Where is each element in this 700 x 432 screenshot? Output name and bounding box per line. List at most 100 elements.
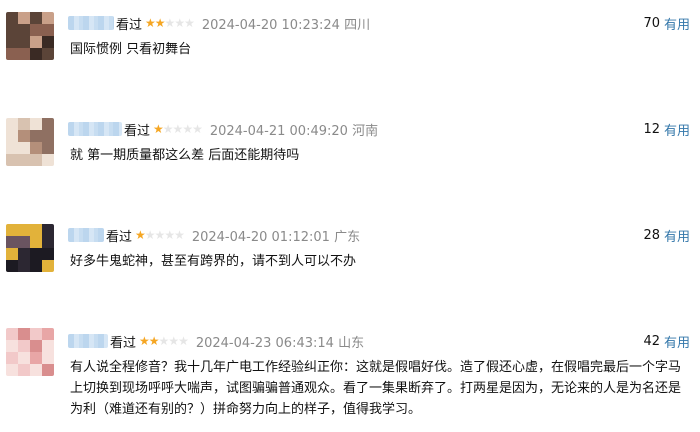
avatar-pixel [30,224,42,236]
avatar[interactable] [6,12,54,60]
useful-button[interactable]: 有用 [664,332,690,351]
avatar-pixel [30,236,42,248]
avatar-pixel [30,36,42,48]
watched-label: 看过 [124,123,151,139]
avatar-pixel [42,48,54,60]
star-icon: ★ [162,122,174,136]
useful-button[interactable]: 有用 [664,226,690,245]
avatar-pixel [30,154,42,166]
vote-count: 70 [643,15,660,31]
useful-vote: 28 有用 [643,224,690,246]
avatar-pixel [42,248,54,260]
avatar-pixel [30,352,42,364]
useful-vote: 12 有用 [643,118,690,140]
vote-count: 12 [643,121,660,137]
useful-vote: 70 有用 [643,12,690,34]
comment-timestamp: 2024-04-23 06:43:14 [195,335,334,351]
avatar-pixel [30,118,42,130]
avatar-pixel [42,328,54,340]
avatar-pixel [18,340,30,352]
avatar-pixel [30,142,42,154]
star-icon: ★ [192,122,203,136]
avatar-pixel [42,224,54,236]
avatar-pixel [30,340,42,352]
username-blurred[interactable] [68,16,114,30]
username-blurred[interactable] [68,334,108,348]
comment-meta: 看过 ★ ★ ★ ★ ★ 2024-04-23 06:43:14 山东 [68,330,364,352]
comment-text: 好多牛鬼蛇神，甚至有跨界的，请不到人可以不办 [70,254,357,269]
star-icon: ★ [154,16,166,30]
comment-region: 河南 [352,123,379,139]
avatar-pixel [42,130,54,142]
avatar-pixel [6,224,18,236]
useful-button[interactable]: 有用 [664,14,690,33]
watched-label: 看过 [106,229,133,245]
avatar-pixel [18,24,30,36]
avatar-pixel [6,236,18,248]
avatar[interactable] [6,118,54,166]
avatar-pixel [18,248,30,260]
comment-region: 广东 [334,229,361,245]
avatar-pixel [6,328,18,340]
star-icon: ★ [184,16,195,30]
avatar-pixel [6,24,18,36]
comment-time: 2024-04-20 01:12:01 广东 [192,226,360,245]
star-icon: ★ [148,334,160,348]
star-icon: ★ [158,334,170,348]
username-blurred[interactable] [68,228,104,242]
star-icon: ★ [178,334,189,348]
comment-text: 国际惯例 只看初舞台 [70,42,192,57]
avatar-pixel [42,364,54,376]
avatar-pixel [42,340,54,352]
vote-count: 42 [643,333,660,349]
comment-timestamp: 2024-04-21 00:49:20 [209,123,348,139]
avatar-pixel [6,340,18,352]
star-icon: ★ [154,228,166,242]
avatar-pixel [6,36,18,48]
avatar[interactable] [6,224,54,272]
avatar-pixel [18,12,30,24]
comment-text: 有人说全程修音？我十几年广电工作经验纠正你：这就是假唱好伐。造了假还心虚，在假唱… [70,360,682,417]
star-icon: ★ [164,228,175,242]
avatar-pixel [18,48,30,60]
avatar-pixel [6,260,18,272]
comment-region: 四川 [344,17,371,33]
watched-label: 看过 [110,335,137,351]
star-icon: ★ [135,228,146,242]
avatar-pixel [18,224,30,236]
avatar-pixel [42,154,54,166]
avatar-pixel [30,130,42,142]
star-icon: ★ [168,334,179,348]
star-icon: ★ [164,16,176,30]
username-blurred[interactable] [68,122,122,136]
rating-stars: ★ ★ ★ ★ ★ [153,122,203,136]
comment-timestamp: 2024-04-20 01:12:01 [191,229,330,245]
avatar-pixel [30,24,42,36]
star-icon: ★ [182,122,193,136]
rating-stars: ★ ★ ★ ★ ★ [135,228,185,242]
star-icon: ★ [174,228,185,242]
avatar-pixel [6,48,18,60]
comment-meta: 看过 ★ ★ ★ ★ ★ 2024-04-21 00:49:20 河南 [68,118,378,140]
avatar-pixel [6,142,18,154]
avatar-pixel [42,12,54,24]
avatar-pixel [42,36,54,48]
avatar-pixel [6,352,18,364]
avatar-pixel [18,36,30,48]
useful-button[interactable]: 有用 [664,120,690,139]
avatar-pixel [6,154,18,166]
watched-label: 看过 [116,17,143,33]
rating-stars: ★ ★ ★ ★ ★ [139,334,189,348]
avatar-pixel [30,328,42,340]
avatar-pixel [18,118,30,130]
comment-time: 2024-04-21 00:49:20 河南 [210,120,378,139]
avatar-pixel [30,248,42,260]
avatar-pixel [6,130,18,142]
avatar[interactable] [6,328,54,376]
avatar-pixel [30,12,42,24]
star-icon: ★ [144,228,156,242]
avatar-pixel [30,364,42,376]
star-icon: ★ [145,16,156,30]
avatar-pixel [42,236,54,248]
vote-count: 28 [643,227,660,243]
